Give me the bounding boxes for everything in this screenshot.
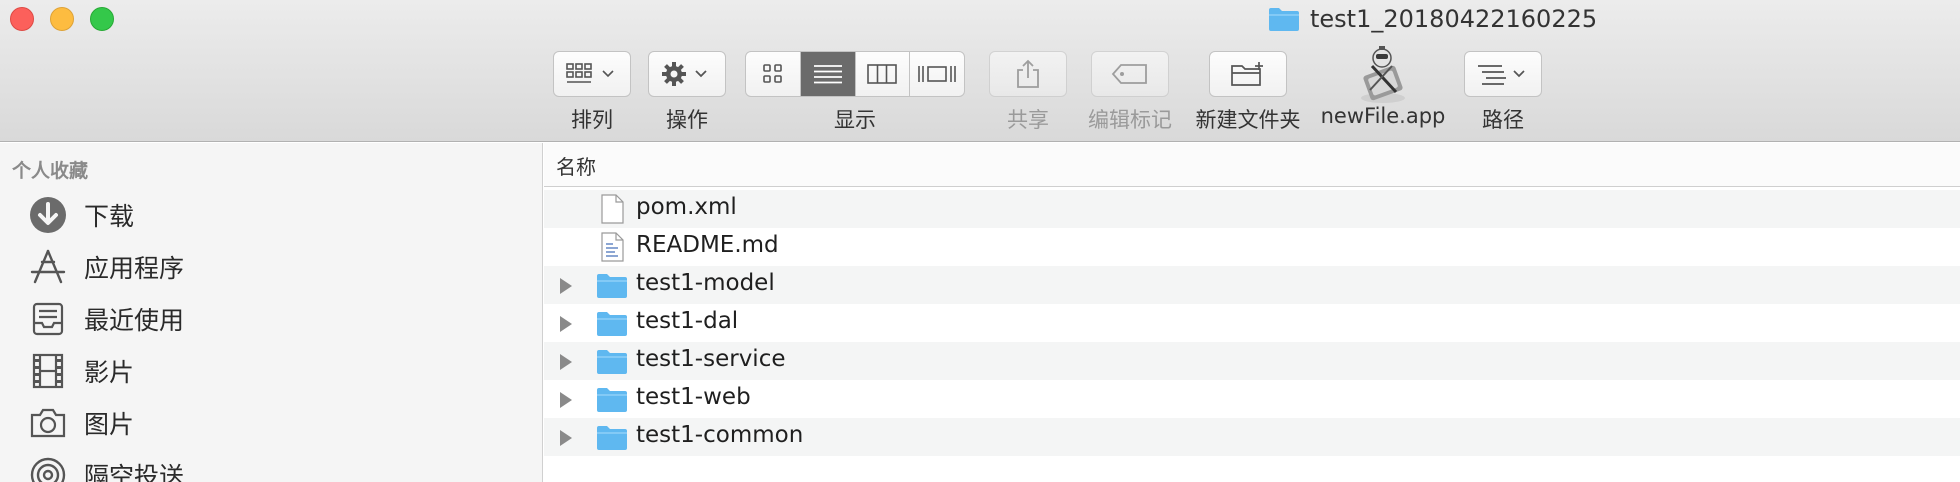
new-folder-icon xyxy=(1231,62,1263,86)
folder-name: test1-common xyxy=(636,422,804,448)
text-document-icon xyxy=(601,232,624,262)
action-label: 操作 xyxy=(666,108,708,132)
sidebar-item-movies[interactable]: 影片 xyxy=(28,349,134,393)
folder-row-test1-service[interactable]: test1-service xyxy=(544,342,1960,380)
gallery-view-icon xyxy=(918,66,956,82)
column-view-button[interactable] xyxy=(856,52,911,96)
list-view-icon xyxy=(813,65,842,84)
arrange-grid-icon xyxy=(566,63,614,83)
folder-icon xyxy=(597,274,627,298)
folder-row-test1-model[interactable]: test1-model xyxy=(544,266,1960,304)
arrange-button[interactable] xyxy=(553,51,631,97)
disclosure-triangle-icon[interactable] xyxy=(560,354,572,370)
folder-row-test1-common[interactable]: test1-common xyxy=(544,418,1960,456)
minimize-window-button[interactable] xyxy=(50,7,74,31)
automator-robot-icon xyxy=(1361,46,1405,103)
sidebar-item-label: 影片 xyxy=(84,358,135,387)
action-button[interactable] xyxy=(648,51,726,97)
path-list-icon xyxy=(1478,65,1525,85)
disclosure-triangle-icon[interactable] xyxy=(560,430,572,446)
share-label: 共享 xyxy=(1007,108,1049,132)
disclosure-triangle-icon[interactable] xyxy=(560,278,572,294)
folder-icon xyxy=(597,388,627,412)
airdrop-icon xyxy=(30,457,66,482)
gallery-view-button[interactable] xyxy=(910,52,964,96)
column-view-icon xyxy=(867,64,898,84)
sidebar-item-pictures[interactable]: 图片 xyxy=(28,401,134,445)
newfile-app-button[interactable] xyxy=(1352,44,1414,104)
file-name: README.md xyxy=(636,232,779,258)
sidebar-item-label: 应用程序 xyxy=(84,254,185,283)
folder-name: test1-dal xyxy=(636,308,739,334)
list-view-button[interactable] xyxy=(800,52,856,96)
window-toolbar: test1_20180422160225 排列 操作 显示 共享 编辑标记 新建… xyxy=(0,0,1960,142)
file-row-pom-xml[interactable]: pom.xml xyxy=(544,190,1960,228)
share-button[interactable] xyxy=(989,51,1067,97)
arrange-label: 排列 xyxy=(571,108,613,132)
disclosure-triangle-icon[interactable] xyxy=(560,392,572,408)
column-header-name[interactable]: 名称 xyxy=(544,143,1960,187)
film-icon xyxy=(32,353,64,389)
path-button[interactable] xyxy=(1464,51,1542,97)
sidebar-item-airdrop[interactable]: 隔空投送 xyxy=(28,453,184,482)
share-icon xyxy=(1017,59,1039,88)
applications-icon xyxy=(30,249,66,284)
column-header-label: 名称 xyxy=(556,155,596,179)
sidebar-item-recents[interactable]: 最近使用 xyxy=(28,297,184,341)
sidebar-item-downloads[interactable]: 下载 xyxy=(28,193,134,237)
download-icon xyxy=(30,197,66,233)
view-mode-segmented-control xyxy=(745,51,965,97)
folder-icon xyxy=(597,350,627,374)
tag-icon xyxy=(1111,64,1147,84)
folder-name: test1-model xyxy=(636,270,775,296)
sidebar: 个人收藏 下载 应用程序 最近使用 影片 图片 隔空投送 xyxy=(0,143,543,482)
folder-name: test1-web xyxy=(636,384,751,410)
folder-row-test1-dal[interactable]: test1-dal xyxy=(544,304,1960,342)
zoom-window-button[interactable] xyxy=(90,7,114,31)
view-label: 显示 xyxy=(834,108,876,132)
disclosure-triangle-icon[interactable] xyxy=(560,316,572,332)
folder-icon xyxy=(597,426,627,450)
gear-icon xyxy=(662,62,707,86)
edit-tags-label: 编辑标记 xyxy=(1088,108,1172,132)
document-icon xyxy=(601,194,624,224)
path-label: 路径 xyxy=(1482,108,1524,132)
icon-view-button[interactable] xyxy=(746,52,801,96)
new-folder-label: 新建文件夹 xyxy=(1195,108,1301,132)
icon-view-icon xyxy=(763,64,782,83)
sidebar-section-favorites: 个人收藏 xyxy=(12,160,89,182)
file-list: 名称 pom.xml README.md test1-model test1-d… xyxy=(544,143,1960,482)
sidebar-item-label: 下载 xyxy=(84,202,135,231)
sidebar-item-label: 隔空投送 xyxy=(84,462,185,482)
recents-icon xyxy=(32,302,64,336)
newfile-app-label: newFile.app xyxy=(1320,104,1446,128)
sidebar-item-label: 图片 xyxy=(84,410,135,439)
file-name: pom.xml xyxy=(636,194,737,220)
folder-name: test1-service xyxy=(636,346,786,372)
sidebar-item-applications[interactable]: 应用程序 xyxy=(28,245,184,289)
window-title-text: test1_20180422160225 xyxy=(1310,5,1598,33)
new-folder-button[interactable] xyxy=(1209,51,1287,97)
folder-icon xyxy=(597,312,627,336)
file-row-readme-md[interactable]: README.md xyxy=(544,228,1960,266)
sidebar-item-label: 最近使用 xyxy=(84,306,185,335)
folder-row-test1-web[interactable]: test1-web xyxy=(544,380,1960,418)
camera-icon xyxy=(30,408,66,438)
edit-tags-button[interactable] xyxy=(1091,51,1169,97)
folder-icon xyxy=(1269,8,1299,31)
close-window-button[interactable] xyxy=(10,7,34,31)
window-title: test1_20180422160225 xyxy=(1268,4,1597,34)
